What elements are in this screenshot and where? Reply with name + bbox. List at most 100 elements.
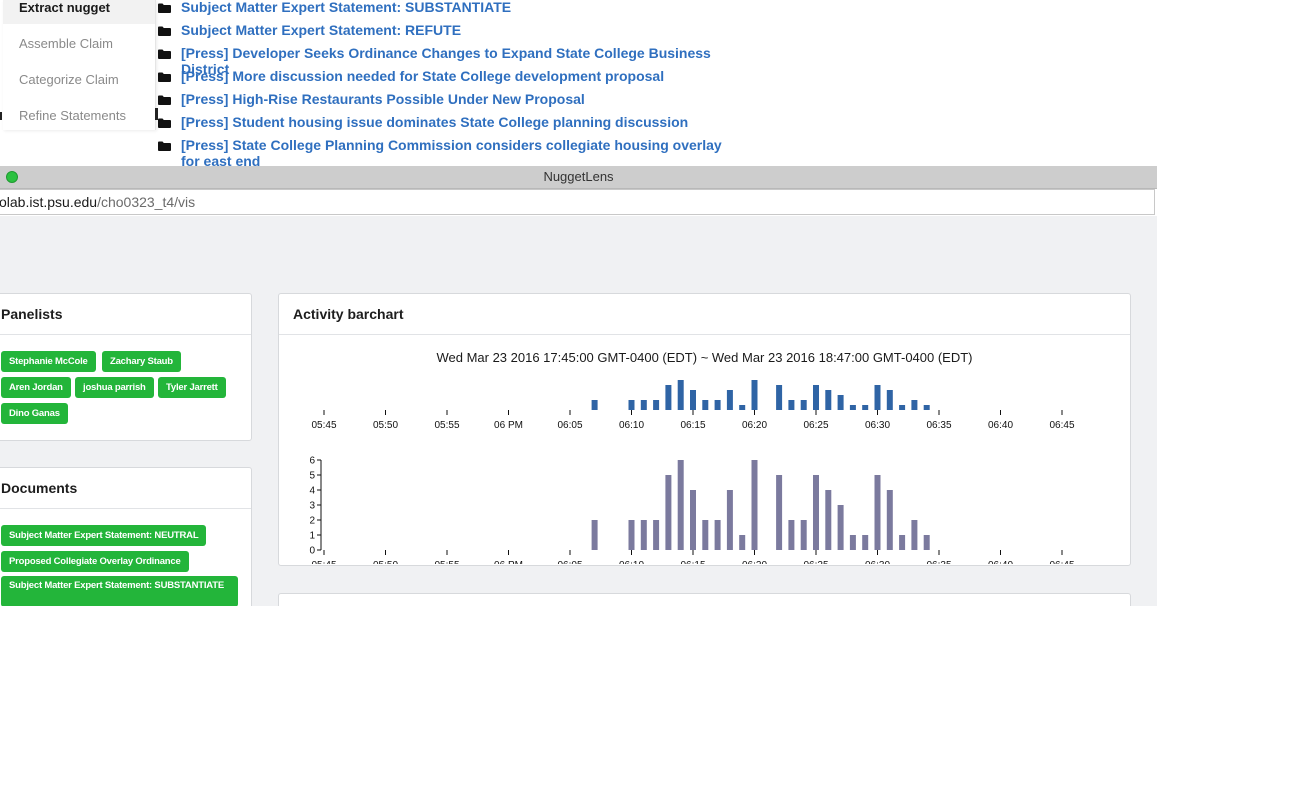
main-x-axis-tick-label: 06:10 — [619, 560, 644, 564]
overview-bar — [665, 385, 672, 410]
overview-bar — [849, 405, 856, 410]
overview-bar — [825, 390, 832, 410]
overview-bar — [837, 395, 844, 410]
activity-bar — [665, 475, 672, 550]
overview-bar — [899, 405, 906, 410]
left-edge-marker — [0, 112, 2, 120]
document-tag[interactable]: Subject Matter Expert Statement: SUBSTAN… — [1, 576, 238, 606]
overview-bar — [751, 380, 758, 410]
document-link[interactable]: [Press] State College Planning Commissio… — [181, 137, 741, 169]
main-x-axis-tick-label: 06:30 — [865, 560, 890, 564]
activity-bar — [813, 475, 819, 550]
window-titlebar: NuggetLens — [0, 166, 1157, 189]
overview-bar — [640, 400, 647, 410]
folder-icon — [158, 3, 171, 13]
panelist-tag[interactable]: Aren Jordan — [1, 377, 71, 398]
panelist-tag[interactable]: Tyler Jarrett — [158, 377, 226, 398]
main-y-axis-tick-label: 6 — [309, 456, 315, 467]
main-y-axis-tick-label: 4 — [309, 486, 315, 497]
activity-bar — [628, 520, 635, 550]
url-host: olab.ist.psu.edu — [0, 194, 98, 210]
main-x-axis-tick-label: 06:20 — [742, 560, 767, 564]
activity-bar — [640, 520, 647, 550]
overview-x-axis-tick-label: 06:05 — [557, 420, 582, 431]
activity-bar — [714, 520, 721, 550]
document-link[interactable]: [Press] High-Rise Restaurants Possible U… — [181, 91, 741, 107]
overview-bar — [923, 405, 930, 410]
app-content: Panelists Stephanie McCole Zachary Staub… — [0, 216, 1157, 606]
document-link[interactable]: Subject Matter Expert Statement: REFUTE — [181, 22, 741, 38]
folder-icon — [158, 95, 171, 105]
main-x-axis-tick-label: 05:45 — [311, 560, 336, 564]
activity-bar — [591, 520, 598, 550]
folder-icon — [158, 49, 171, 59]
activity-title: Activity barchart — [293, 306, 404, 322]
activity-chart: 05:45 05:50 05:55 06 PM 06:05 06:10 06:15 06:20… — [309, 380, 1075, 564]
overview-bar — [690, 390, 696, 410]
panel-header: Documents — [0, 468, 251, 509]
activity-bar — [776, 475, 783, 550]
overview-x-axis-tick-label: 06:10 — [619, 420, 644, 431]
main-x-axis-tick-label: 06:25 — [803, 560, 828, 564]
activity-bar — [862, 535, 869, 550]
panel-header: Panelists — [0, 294, 251, 335]
menu-item-assemble-claim[interactable]: Assemble Claim — [19, 36, 113, 51]
overview-bar — [591, 400, 598, 410]
overview-bar — [874, 385, 881, 410]
main-y-axis-tick-label: 0 — [309, 546, 315, 557]
document-link[interactable]: Subject Matter Expert Statement: SUBSTAN… — [181, 0, 741, 15]
overview-x-axis-tick-label: 06 PM — [494, 420, 523, 431]
activity-bar — [825, 490, 832, 550]
menu-item-extract-nugget[interactable]: Extract nugget — [19, 0, 110, 15]
activity-bar — [899, 535, 906, 550]
overview-x-axis-tick-label: 06:40 — [988, 420, 1013, 431]
panelists-title: Panelists — [1, 306, 63, 322]
overview-bar — [628, 400, 635, 410]
menu-item-refine-statements[interactable]: Refine Statements — [19, 108, 126, 123]
overview-x-axis-tick-label: 06:25 — [803, 420, 828, 431]
main-y-axis-tick-label: 3 — [309, 501, 315, 512]
panelist-tag[interactable]: Zachary Staub — [102, 351, 181, 372]
main-y-axis-tick-label: 1 — [309, 531, 315, 542]
panelists-panel: Panelists Stephanie McCole Zachary Staub… — [0, 293, 252, 441]
overview-bar — [776, 385, 783, 410]
activity-bar — [886, 490, 893, 550]
document-link[interactable]: [Press] Student housing issue dominates … — [181, 114, 741, 130]
main-x-axis-tick-label: 05:55 — [434, 560, 459, 564]
overview-bar — [886, 390, 893, 410]
document-tag[interactable]: Subject Matter Expert Statement: NEUTRAL — [1, 525, 207, 546]
main-y-axis-tick-label: 5 — [309, 471, 315, 482]
activity-bar — [726, 490, 733, 550]
overview-x-axis-tick-label: 06:20 — [742, 420, 767, 431]
main-x-axis-tick-label: 06:45 — [1049, 560, 1074, 564]
overview-x-axis-tick-label: 06:45 — [1049, 420, 1074, 431]
main-y-axis-tick-label: 2 — [309, 516, 315, 527]
next-panel — [278, 593, 1131, 606]
overview-x-axis-tick-label: 06:30 — [865, 420, 890, 431]
activity-bar — [751, 460, 758, 550]
activity-bar — [690, 490, 696, 550]
panelist-tag[interactable]: Dino Ganas — [1, 403, 68, 424]
address-bar[interactable]: olab.ist.psu.edu/cho0323_t4/vis — [0, 189, 1155, 215]
activity-bar — [702, 520, 709, 550]
overview-bar — [862, 405, 869, 410]
panelist-tag[interactable]: joshua parrish — [75, 377, 154, 398]
main-x-axis-tick-label: 06:15 — [680, 560, 705, 564]
document-tag[interactable]: Proposed Collegiate Overlay Ordinance — [1, 551, 189, 572]
folder-icon — [158, 118, 171, 128]
document-link[interactable]: [Press] More discussion needed for State… — [181, 68, 741, 84]
overview-bar — [677, 380, 684, 410]
overview-bar — [653, 400, 660, 410]
activity-bar — [849, 535, 856, 550]
main-x-axis-tick-label: 05:50 — [373, 560, 398, 564]
overview-bar — [800, 400, 807, 410]
activity-bar — [837, 505, 844, 550]
overview-bar — [739, 405, 746, 410]
overview-bar — [788, 400, 795, 410]
panelist-tag[interactable]: Stephanie McCole — [1, 351, 96, 372]
menu-item-categorize-claim[interactable]: Categorize Claim — [19, 72, 119, 87]
activity-bar — [874, 475, 881, 550]
activity-bar — [739, 535, 746, 550]
url-path: /cho0323_t4/vis — [97, 194, 196, 210]
activity-bar — [653, 520, 660, 550]
